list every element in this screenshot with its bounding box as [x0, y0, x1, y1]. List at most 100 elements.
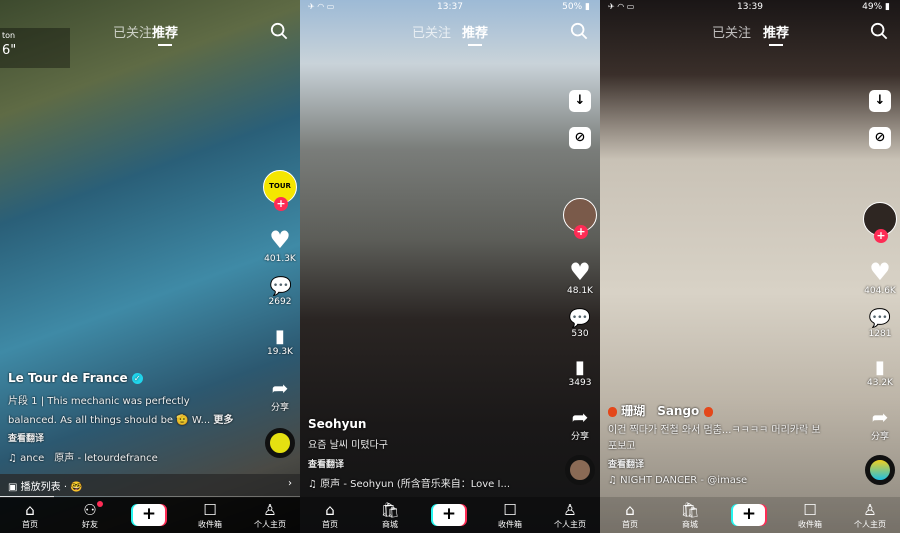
verified-icon: ✓	[131, 373, 143, 384]
favorite-button[interactable]: ▮ 3493	[562, 357, 598, 388]
comment-button[interactable]: 💬 530	[562, 308, 598, 339]
nav-profile[interactable]: ♙ 个人主页	[845, 501, 895, 530]
translate-link[interactable]: 查看翻译	[608, 457, 644, 470]
home-icon: ⌂	[25, 501, 35, 519]
follow-plus-icon[interactable]: +	[274, 197, 288, 211]
nav-inbox[interactable]: ☐ 收件箱	[185, 501, 235, 530]
share-button[interactable]: ➦ 分享	[562, 405, 598, 442]
share-button[interactable]: ➦ 分享	[262, 376, 298, 413]
tab-following[interactable]: 已关注	[412, 22, 451, 41]
favorite-count: 19.3K	[267, 347, 293, 357]
author-avatar[interactable]: +	[562, 198, 598, 239]
caption-line1: 이건 찍다가 전철 와서 멈춤...ㅋㅋㅋㅋ 머리카락 보	[608, 425, 821, 436]
music-info[interactable]: ♫ 原声 - Seohyun (所含音乐来自：Love I...	[308, 475, 510, 490]
follow-plus-icon[interactable]: +	[874, 229, 888, 243]
create-button[interactable]: +	[433, 504, 465, 526]
like-count: 404.6K	[864, 286, 896, 296]
search-icon[interactable]	[270, 22, 288, 40]
comment-icon: 💬	[269, 276, 292, 297]
notification-dot	[97, 501, 103, 507]
tab-following[interactable]: 已关注	[113, 22, 152, 41]
music-disc-icon	[565, 455, 595, 485]
tab-recommended[interactable]: 推荐	[763, 22, 789, 46]
nav-inbox[interactable]: ☐ 收件箱	[485, 501, 535, 530]
nav-home[interactable]: ⌂ 首页	[305, 501, 355, 530]
nav-home[interactable]: ⌂ 首页	[605, 501, 655, 530]
create-button[interactable]: +	[133, 504, 165, 526]
caption-line2: 포보고	[608, 441, 636, 452]
tour-de-france-logo: TOUR +	[263, 170, 297, 211]
not-interested-button[interactable]: ⊘	[562, 127, 598, 149]
caption-line2-text: balanced. As all things should be 🫡 W...	[8, 415, 211, 426]
playlist-bar[interactable]: ▣ 播放列表 · 🤓 ›	[0, 474, 300, 496]
nav-inbox[interactable]: ☐ 收件箱	[785, 501, 835, 530]
download-button[interactable]: ↓	[862, 90, 898, 112]
music-note-icon: ♫	[308, 479, 321, 490]
nav-home[interactable]: ⌂ 首页	[5, 501, 55, 530]
more-link[interactable]: 更多	[213, 415, 233, 426]
nav-friends[interactable]: ⚇ 好友	[65, 501, 115, 530]
author-avatar[interactable]: TOUR +	[262, 170, 298, 211]
inbox-icon: ☐	[203, 501, 217, 519]
favorite-count: 3493	[568, 378, 592, 388]
create-button[interactable]: +	[733, 504, 765, 526]
nav-profile[interactable]: ♙ 个人主页	[245, 501, 295, 530]
music-note-icon: ♫	[8, 453, 21, 464]
heart-icon: ♥	[569, 258, 591, 286]
download-button[interactable]: ↓	[562, 90, 598, 112]
favorite-count: 43.2K	[867, 378, 893, 388]
nav-mall[interactable]: 🛍 商城	[665, 501, 715, 530]
author-name[interactable]: 珊瑚 Sango	[608, 402, 713, 419]
top-tabs: 已关注 推荐	[0, 22, 300, 46]
video-panel-2[interactable]: ✈ ◠ ▭ 13:37 50% ▮ 已关注 推荐 ↓ ⊘ + ♥ 48.1K 💬 5…	[300, 0, 600, 533]
status-time: 13:39	[737, 2, 763, 12]
like-button[interactable]: ♥ 48.1K	[562, 258, 598, 296]
status-time: 13:37	[437, 2, 463, 12]
battery: 50% ▮	[562, 2, 590, 12]
search-icon[interactable]	[570, 22, 588, 40]
nav-home-label: 首页	[22, 520, 38, 529]
search-icon[interactable]	[870, 22, 888, 40]
comment-icon: 💬	[868, 308, 892, 329]
video-panel-1[interactable]: ton 6" 已关注 推荐 TOUR + ♥ 401.3K 💬 2692 ▮ 19.3K…	[0, 0, 300, 533]
author-name-text: 珊瑚 Sango	[621, 404, 700, 418]
nav-inbox-label: 收件箱	[798, 520, 822, 529]
follow-plus-icon[interactable]: +	[574, 225, 588, 239]
favorite-button[interactable]: ▮ 43.2K	[862, 357, 898, 388]
download-icon: ↓	[869, 90, 891, 112]
favorite-button[interactable]: ▮ 19.3K	[262, 326, 298, 357]
music-disc[interactable]	[862, 455, 898, 485]
music-text: NIGHT DANCER - @imase	[620, 475, 748, 486]
like-button[interactable]: ♥ 401.3K	[262, 226, 298, 264]
bottom-nav: ⌂ 首页 🛍 商城 + ☐ 收件箱 ♙ 个人主页	[600, 497, 900, 533]
music-info[interactable]: ♫ NIGHT DANCER - @imase	[608, 475, 747, 486]
share-button[interactable]: ➦ 分享	[862, 405, 898, 442]
author-avatar[interactable]: +	[862, 202, 898, 243]
comment-count: 1281	[868, 329, 892, 339]
music-text: 原声 - Seohyun (所含音乐来自：Love I...	[320, 479, 510, 490]
music-disc[interactable]	[562, 455, 598, 485]
not-interested-button[interactable]: ⊘	[862, 127, 898, 149]
like-button[interactable]: ♥ 404.6K	[862, 258, 898, 296]
like-count: 401.3K	[264, 254, 296, 264]
tab-following[interactable]: 已关注	[712, 22, 751, 41]
nav-mall[interactable]: 🛍 商城	[365, 501, 415, 530]
comment-button[interactable]: 💬 1281	[862, 308, 898, 339]
tab-recommended[interactable]: 推荐	[462, 22, 488, 46]
translate-link[interactable]: 查看翻译	[308, 457, 344, 470]
nav-profile[interactable]: ♙ 个人主页	[545, 501, 595, 530]
author-name[interactable]: Seohyun	[308, 417, 366, 431]
caption-line2: balanced. As all things should be 🫡 W...…	[8, 411, 233, 426]
home-icon: ⌂	[325, 501, 335, 519]
status-bar: ✈ ◠ ▭ 13:37 50% ▮	[300, 2, 600, 16]
share-icon: ➦	[271, 376, 289, 400]
author-name[interactable]: Le Tour de France ✓	[8, 371, 143, 385]
translate-link[interactable]: 查看翻译	[8, 431, 44, 444]
comment-button[interactable]: 💬 2692	[262, 276, 298, 307]
heart-icon: ♥	[269, 226, 291, 254]
music-info[interactable]: ♫ ance 原声 - letourdefrance	[8, 449, 158, 464]
tab-recommended[interactable]: 推荐	[152, 22, 178, 46]
share-icon: ➦	[571, 405, 589, 429]
video-panel-3[interactable]: ✈ ◠ ▭ 13:39 49% ▮ 已关注 推荐 ↓ ⊘ + ♥ 404.6K 💬…	[600, 0, 900, 533]
music-disc[interactable]	[262, 428, 298, 458]
